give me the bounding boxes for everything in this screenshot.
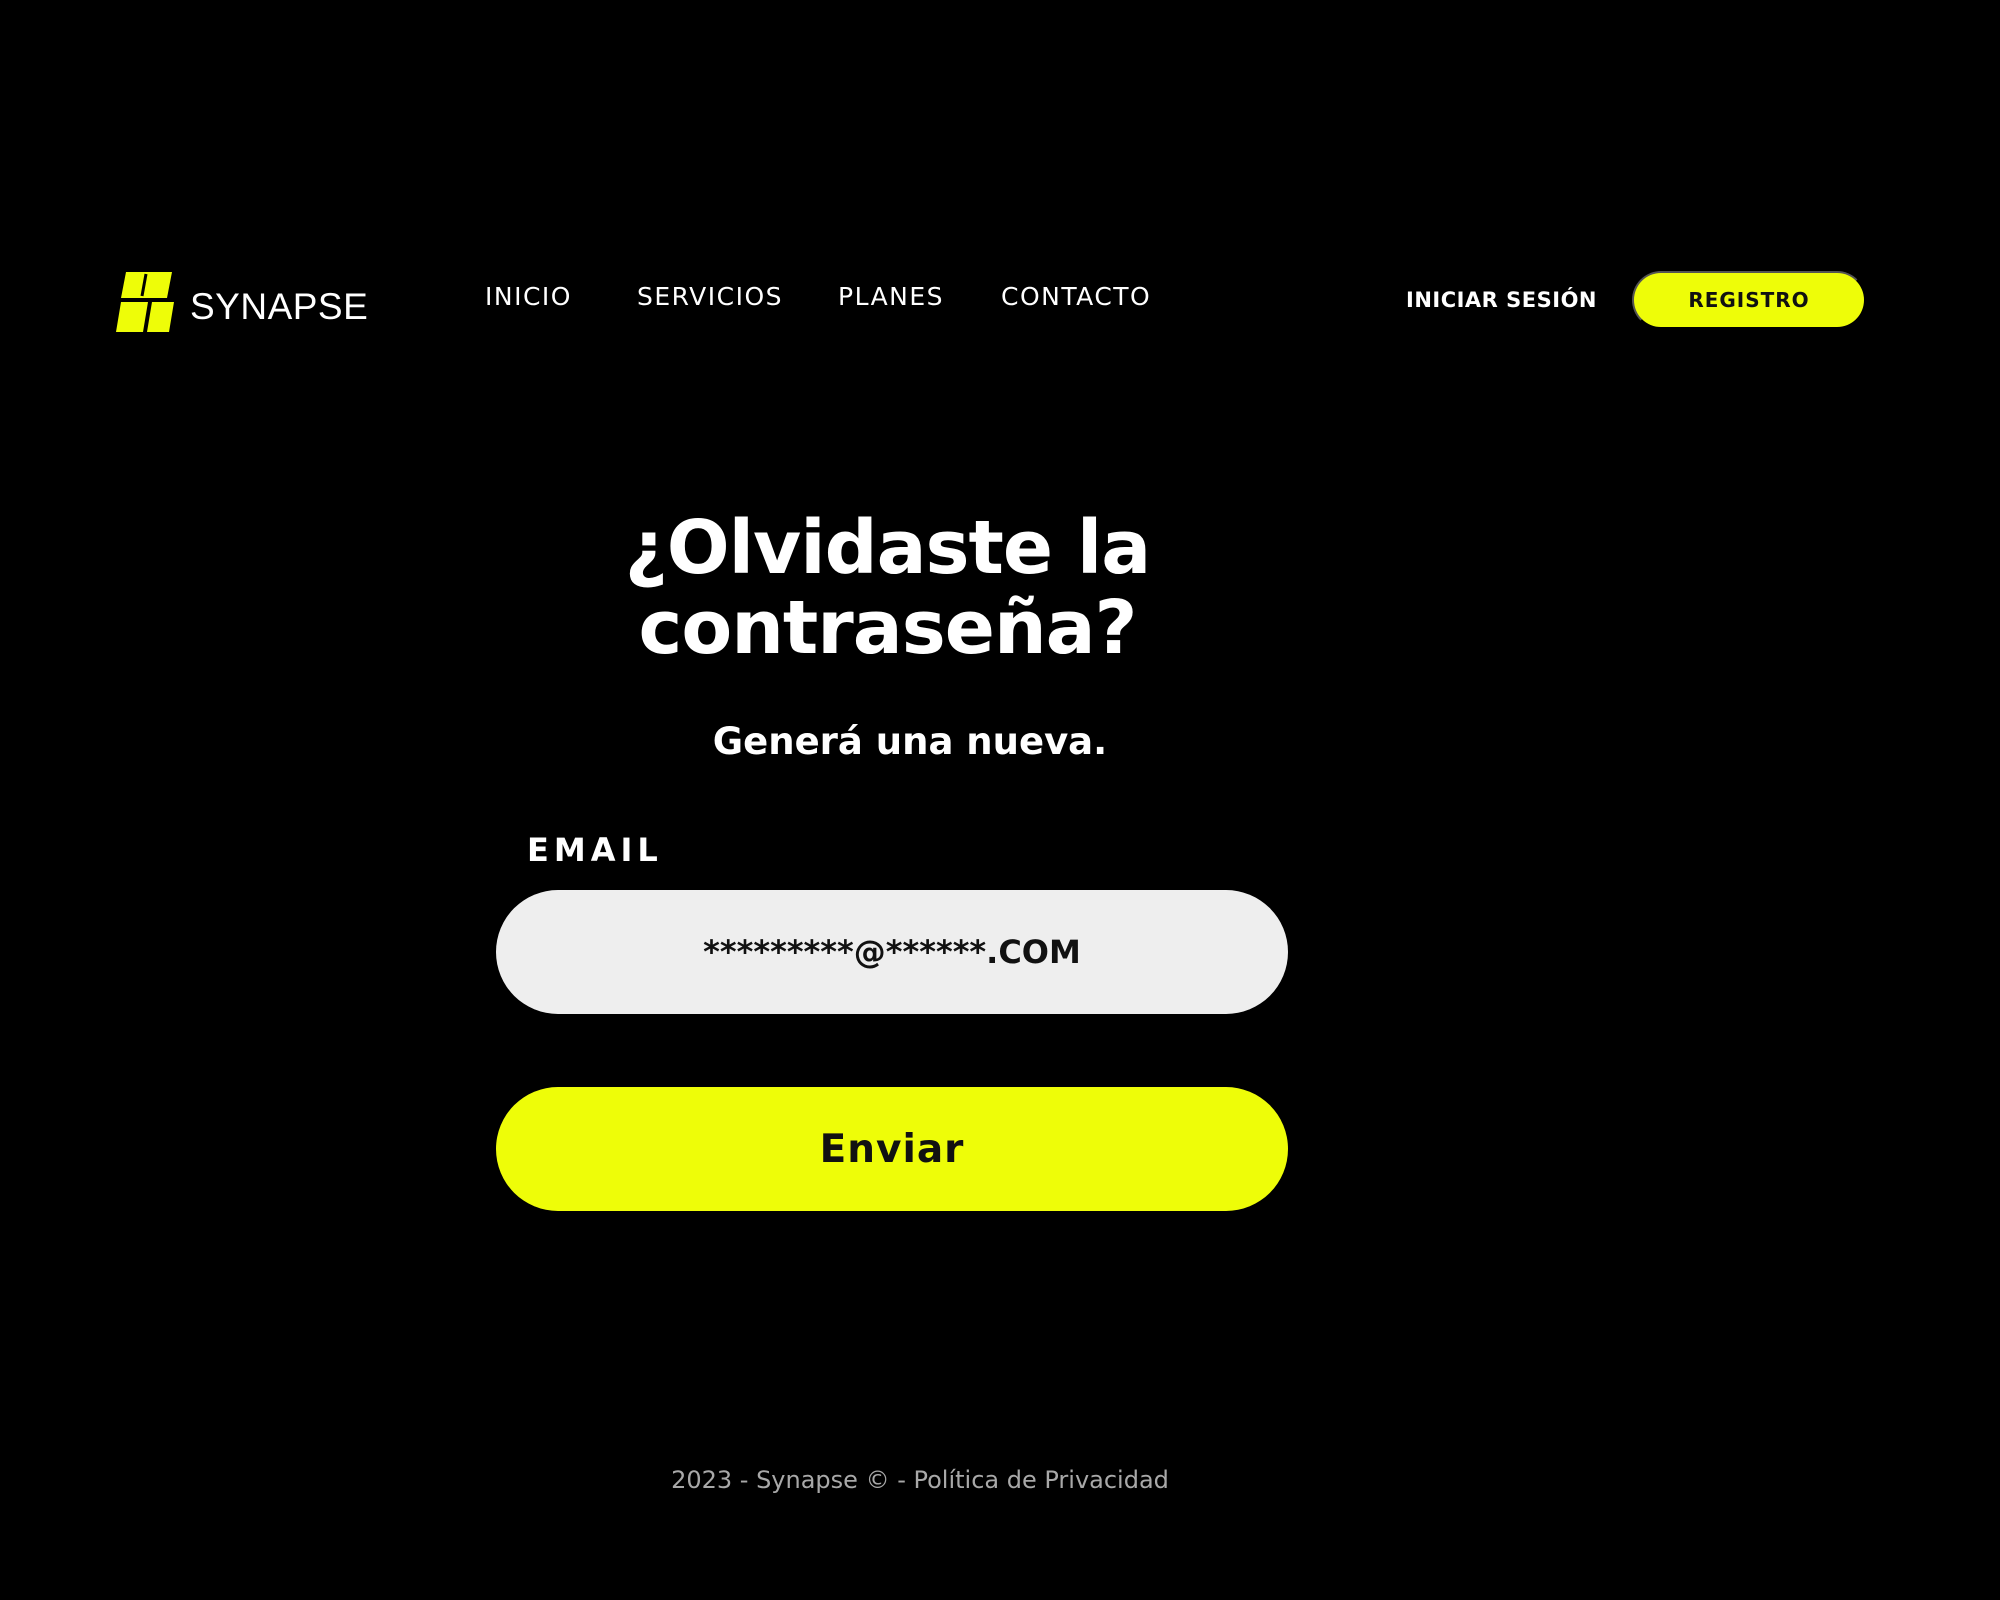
submit-button[interactable]: Enviar <box>496 1087 1288 1211</box>
login-link[interactable]: INICIAR SESIÓN <box>1406 287 1597 313</box>
email-label: EMAIL <box>527 831 663 869</box>
footer-copyright: 2023 - Synapse © - <box>671 1466 914 1494</box>
privacy-policy-link[interactable]: Política de Privacidad <box>913 1466 1168 1494</box>
synapse-logo-icon <box>116 272 174 332</box>
page-subtitle: Generá una nueva. <box>712 720 1108 763</box>
brand-logo[interactable]: SYNAPSE <box>116 272 368 336</box>
brand-name: SYNAPSE <box>190 285 369 327</box>
email-field[interactable] <box>496 890 1288 1014</box>
page-title: ¿Olvidaste la contraseña? <box>624 505 1151 671</box>
nav-item-planes[interactable]: PLANES <box>838 282 944 312</box>
site-footer: 2023 - Synapse © - Política de Privacida… <box>520 1464 1320 1496</box>
nav-item-inicio[interactable]: INICIO <box>485 282 572 312</box>
nav-item-contacto[interactable]: CONTACTO <box>1001 282 1151 312</box>
register-button[interactable]: REGISTRO <box>1632 271 1866 329</box>
nav-item-servicios[interactable]: SERVICIOS <box>637 282 783 312</box>
